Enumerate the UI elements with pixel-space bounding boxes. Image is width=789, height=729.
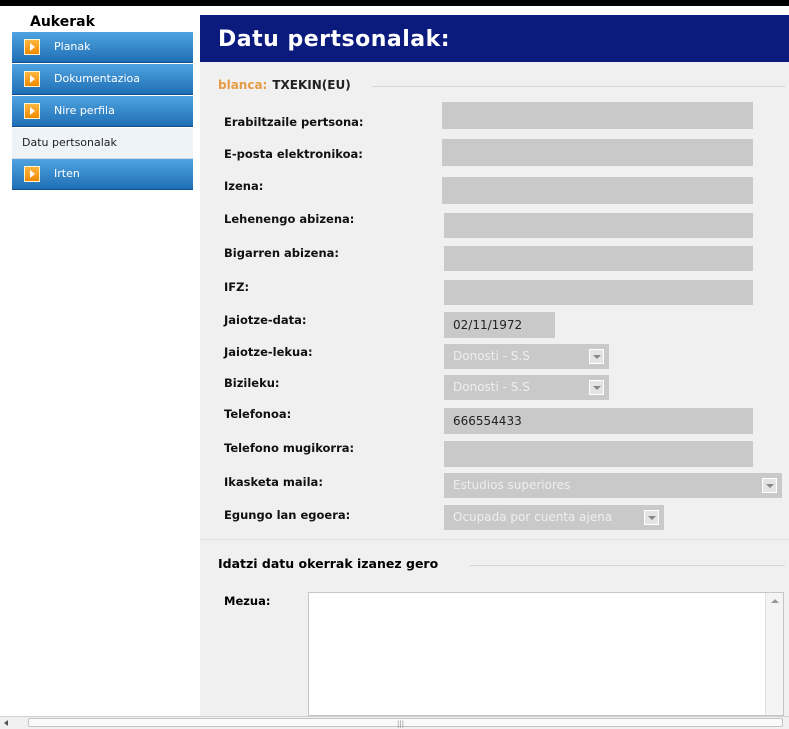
telefono-mugikorra-field[interactable] xyxy=(444,441,753,467)
sidebar-item-dokumentazioa[interactable]: Dokumentazioa xyxy=(12,64,193,95)
jaiotze-data-field[interactable]: 02/11/1972 xyxy=(444,312,555,338)
chevron-down-icon[interactable] xyxy=(589,349,604,364)
label-eposta: E-posta elektronikoa: xyxy=(224,147,363,161)
sidebar-item-label: Datu pertsonalak xyxy=(22,136,117,149)
chevron-right-icon xyxy=(24,166,40,182)
chevron-down-icon[interactable] xyxy=(589,380,604,395)
label-ifz: IFZ: xyxy=(224,280,250,294)
label-erabiltzaile: Erabiltzaile pertsona: xyxy=(224,115,364,129)
horizontal-scrollbar[interactable]: ||| xyxy=(0,716,789,729)
jaiotze-lekua-select[interactable]: Donosti - S.S xyxy=(444,344,609,369)
user-line: blanca: TXEKIN(EU) xyxy=(218,78,351,92)
sidebar-item-label: Planak xyxy=(54,40,91,53)
bigarren-abizena-field[interactable] xyxy=(444,246,753,271)
sidebar-title: Aukerak xyxy=(30,14,95,30)
title-bar: Datu pertsonalak: xyxy=(200,15,789,62)
sidebar-item-planak[interactable]: Planak xyxy=(12,32,193,63)
telefonoa-field[interactable]: 666554433 xyxy=(444,408,753,434)
divider xyxy=(372,86,785,87)
sidebar-item-label: Nire perfila xyxy=(54,104,115,117)
label-bizileku: Bizileku: xyxy=(224,376,280,390)
sidebar-item-irten[interactable]: Irten xyxy=(12,159,193,190)
user-code: TXEKIN(EU) xyxy=(272,78,351,92)
bizileku-select[interactable]: Donosti - S.S xyxy=(444,375,609,400)
scroll-left-icon[interactable] xyxy=(4,720,8,726)
chevron-down-icon[interactable] xyxy=(644,510,659,525)
label-izena: Izena: xyxy=(224,179,264,193)
label-jaiotze-lekua: Jaiotze-lekua: xyxy=(224,345,313,359)
erabiltzaile-field[interactable] xyxy=(442,102,753,129)
sidebar-item-label: Irten xyxy=(54,167,80,180)
ifz-field[interactable] xyxy=(444,280,753,305)
page-title: Datu pertsonalak: xyxy=(218,27,451,52)
sidebar-item-nire-perfila[interactable]: Nire perfila xyxy=(12,96,193,127)
main-panel: Datu pertsonalak: blanca: TXEKIN(EU) Erab… xyxy=(200,15,789,728)
section-title: Idatzi datu okerrak izanez gero xyxy=(218,556,439,571)
ikasketa-maila-select[interactable]: Estudios superiores xyxy=(444,473,782,498)
top-border xyxy=(0,0,789,6)
label-telefono-mugikorra: Telefono mugikorra: xyxy=(224,441,355,455)
lan-egoera-select[interactable]: Ocupada por cuenta ajena xyxy=(444,505,664,530)
message-textarea[interactable] xyxy=(308,592,784,716)
label-jaiotze-data: Jaiotze-data: xyxy=(224,313,307,327)
lehenengo-abizena-field[interactable] xyxy=(444,213,753,238)
izena-field[interactable] xyxy=(442,177,753,204)
sidebar-item-label: Dokumentazioa xyxy=(54,72,141,85)
grip-icon: ||| xyxy=(397,720,405,728)
chevron-right-icon xyxy=(24,103,40,119)
sidebar-menu: Aukerak Planak Dokumentazioa Nire perfil… xyxy=(12,14,193,714)
label-lehenengo-abizena: Lehenengo abizena: xyxy=(224,212,355,226)
label-telefonoa: Telefonoa: xyxy=(224,407,292,421)
sidebar-item-datu-pertsonalak[interactable]: Datu pertsonalak xyxy=(12,128,193,159)
scrollbar-thumb[interactable]: ||| xyxy=(28,718,783,728)
label-bigarren-abizena: Bigarren abizena: xyxy=(224,246,340,260)
divider xyxy=(200,539,789,540)
mezua-label: Mezua: xyxy=(224,594,271,608)
email-field[interactable] xyxy=(442,139,753,166)
label-ikasketa-maila: Ikasketa maila: xyxy=(224,475,323,489)
scroll-up-icon[interactable] xyxy=(771,599,779,603)
chevron-right-icon xyxy=(24,71,40,87)
user-name: blanca: xyxy=(218,78,268,92)
chevron-down-icon[interactable] xyxy=(762,478,777,493)
divider xyxy=(470,565,785,566)
textarea-scrollbar[interactable] xyxy=(765,593,783,715)
chevron-right-icon xyxy=(24,39,40,55)
label-lan-egoera: Egungo lan egoera: xyxy=(224,508,351,522)
